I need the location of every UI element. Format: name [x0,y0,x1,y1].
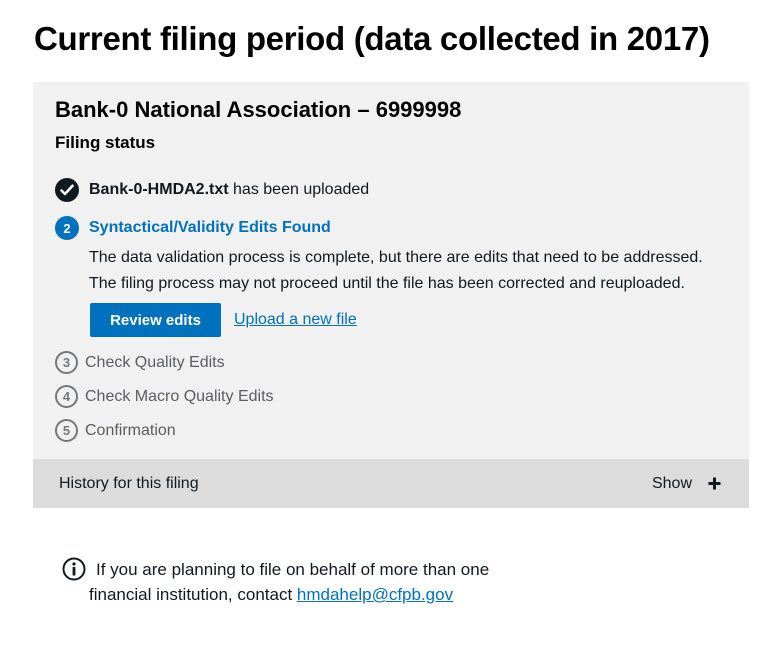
contact-email-link[interactable]: hmdahelp@cfpb.gov [297,585,453,604]
step-quality-edits: 3 Check Quality Edits [55,351,225,374]
step-description: The data validation process is complete,… [89,245,729,297]
filing-status-heading: Filing status [55,133,156,152]
uploaded-file-name: Bank-0-HMDA2.txt [89,181,229,198]
step-macro-quality-edits-label: Check Macro Quality Edits [85,387,274,405]
step-description-line1: The data validation process is complete,… [89,249,703,266]
step-number-badge: 4 [55,385,78,408]
filing-card: Bank-0 National Association – 6999998 Fi… [33,82,749,508]
history-label: History for this filing [59,474,199,492]
uploaded-status: has been uploaded [233,181,370,198]
step-confirmation-label: Confirmation [85,421,176,439]
history-expandable[interactable]: History for this filing Show [33,459,749,508]
step-description-line2: The filing process may not proceed until… [89,275,685,292]
step-upload: Bank-0-HMDA2.txt has been uploaded [55,178,369,202]
note-text-prefix: financial institution, contact [89,585,297,604]
note-text-line1: If you are planning to file on behalf of… [96,560,490,579]
review-edits-button[interactable]: Review edits [90,303,221,337]
institution-name: Bank-0 National Association – 6999998 [55,97,462,122]
step-number-badge: 2 [55,216,79,240]
show-label: Show [651,474,692,492]
step-syntactical-validity-label[interactable]: Syntactical/Validity Edits Found [89,219,331,237]
plus-icon [708,477,721,490]
page-title: Current filing period (data collected in… [34,20,710,57]
step-quality-edits-label: Check Quality Edits [85,353,225,371]
history-show-toggle[interactable]: Show [652,475,721,493]
step-syntactical-validity: 2 Syntactical/Validity Edits Found [55,216,331,240]
step-macro-quality-edits: 4 Check Macro Quality Edits [55,385,274,408]
note-text-line2: financial institution, contact hmdahelp@… [89,585,453,605]
info-icon [62,557,86,581]
step-number-badge: 3 [55,351,78,374]
upload-new-file-link[interactable]: Upload a new file [234,311,357,329]
checkmark-icon [55,178,79,202]
step-number-badge: 5 [55,419,78,442]
step-confirmation: 5 Confirmation [55,419,176,442]
step-upload-text: Bank-0-HMDA2.txt has been uploaded [89,181,369,199]
